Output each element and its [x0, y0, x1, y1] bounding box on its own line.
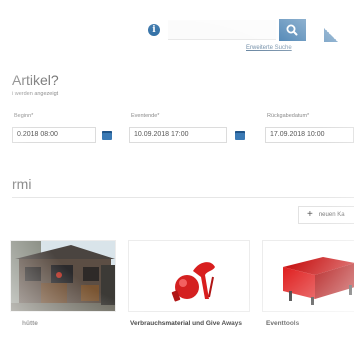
hut-image: [11, 241, 115, 311]
plus-icon: +: [307, 209, 313, 220]
new-category-button[interactable]: + neuen Ka: [298, 206, 354, 224]
calendar-icon[interactable]: [235, 131, 245, 140]
return-date-field[interactable]: 17.09.2018 10:00: [265, 127, 354, 143]
card-image-consumables[interactable]: [128, 240, 250, 312]
start-date-label: Beginn*: [14, 113, 34, 119]
search-input[interactable]: [168, 20, 276, 40]
search-button[interactable]: [279, 19, 306, 41]
event-end-label: Eventende*: [131, 113, 160, 119]
event-end-field[interactable]: 10.09.2018 17:00: [129, 127, 227, 143]
divider: [12, 197, 354, 198]
advanced-search-link[interactable]: Erweiterte Suche: [246, 45, 292, 51]
consumables-image: [129, 241, 249, 311]
card-image-hut[interactable]: [10, 240, 116, 312]
search-icon: [286, 24, 298, 36]
return-date-label: Rückgabedatum*: [267, 113, 310, 119]
new-category-label: neuen Ka: [318, 212, 345, 218]
card-title[interactable]: Eventtools: [266, 320, 299, 328]
corner-marker: [324, 28, 338, 42]
question-subtitle: i werden angezeigt: [12, 91, 59, 97]
card-title[interactable]: hütte: [22, 320, 38, 328]
info-icon[interactable]: i: [148, 24, 160, 36]
eventtools-image: [263, 241, 354, 311]
calendar-icon[interactable]: [102, 131, 112, 140]
card-title[interactable]: Verbrauchsmaterial und Give Aways: [130, 320, 248, 328]
card-image-eventtools[interactable]: [262, 240, 354, 312]
card-title-text: Verbrauchsmaterial und Give Aways: [130, 320, 242, 327]
section-title: rmi: [12, 176, 32, 192]
question-title: Artikel?: [12, 72, 59, 88]
start-date-field[interactable]: 0.2018 08:00: [12, 127, 96, 143]
